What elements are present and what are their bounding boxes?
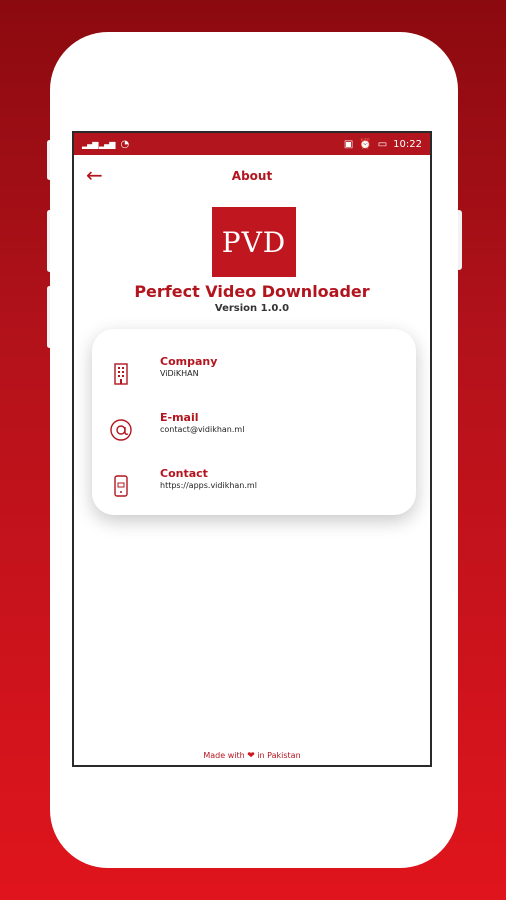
info-row-contact: Contact https://apps.vidikhan.ml <box>106 467 402 507</box>
app-screen: ▂▄▆ ▂▄▆ ◔ ▣ ⏰ ▭ 10:22 ← About PVD Perfec… <box>72 131 432 767</box>
vibrate-icon: ▣ <box>343 138 354 150</box>
info-title: Contact <box>160 467 208 480</box>
info-value[interactable]: https://apps.vidikhan.ml <box>160 481 257 490</box>
at-icon <box>106 415 136 445</box>
info-value[interactable]: ViDiKHAN <box>160 369 199 378</box>
alarm-icon: ⏰ <box>359 138 372 150</box>
battery-icon: ▭ <box>377 138 388 150</box>
info-row-email: E-mail contact@vidikhan.ml <box>106 411 402 451</box>
info-row-company: Company ViDiKHAN <box>106 355 402 395</box>
footer-text-before: Made with <box>203 751 245 760</box>
status-time: 10:22 <box>393 138 422 150</box>
heart-icon: ❤ <box>247 751 255 761</box>
footer: Made with ❤ in Pakistan <box>74 751 430 761</box>
info-value[interactable]: contact@vidikhan.ml <box>160 425 244 434</box>
footer-text-after: in Pakistan <box>257 751 301 760</box>
info-card: Company ViDiKHAN E-mail contact@vidikhan… <box>92 329 416 515</box>
page-title: About <box>231 169 273 183</box>
app-name: Perfect Video Downloader <box>134 282 370 301</box>
building-icon <box>106 359 136 389</box>
info-title: Company <box>160 355 218 368</box>
app-logo: PVD <box>212 207 296 277</box>
signal-icon: ▂▄▆ ▂▄▆ <box>82 139 115 149</box>
wifi-icon: ◔ <box>120 138 130 150</box>
logo-text: PVD <box>221 225 287 259</box>
info-title: E-mail <box>160 411 199 424</box>
toolbar: ← About <box>74 155 430 197</box>
phone-icon <box>106 471 136 501</box>
app-version: Version 1.0.0 <box>214 303 290 314</box>
status-bar: ▂▄▆ ▂▄▆ ◔ ▣ ⏰ ▭ 10:22 <box>74 133 430 155</box>
